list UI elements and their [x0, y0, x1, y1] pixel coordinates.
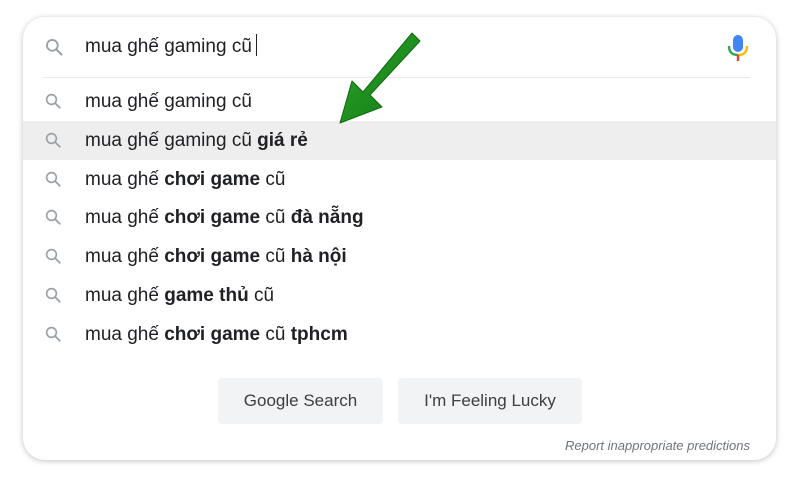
suggestion-item[interactable]: mua ghế game thủ cũ: [23, 276, 776, 315]
search-icon: [44, 286, 62, 304]
search-icon: [44, 208, 62, 226]
suggestion-text: mua ghế gaming cũ giá rẻ: [85, 129, 308, 152]
search-input[interactable]: mua ghế gaming cũ: [85, 34, 257, 60]
suggestion-bold-part: đà nẵng: [290, 207, 364, 229]
suggestion-part: mua ghế: [85, 168, 165, 190]
suggestion-item[interactable]: mua ghế chơi game cũ tphcm: [23, 315, 776, 354]
button-row: Google Search I'm Feeling Lucky: [23, 378, 776, 424]
suggestion-part: mua ghế gaming cũ: [85, 91, 252, 112]
suggestion-bold-part: chơi game: [164, 168, 261, 190]
search-icon: [44, 92, 62, 110]
suggestion-part: cũ: [260, 207, 291, 229]
suggestion-bold-part: hà nội: [290, 246, 347, 268]
suggestion-text: mua ghế chơi game cũ: [85, 168, 285, 191]
suggestion-part: mua ghế: [85, 246, 165, 268]
stage: mua ghế gaming cũ mua ghế gaming cũ mua g…: [0, 0, 799, 479]
report-predictions-link[interactable]: Report inappropriate predictions: [565, 438, 750, 453]
suggestion-item[interactable]: mua ghế chơi game cũ hà nội: [23, 237, 776, 276]
suggestion-text: mua ghế chơi game cũ hà nội: [85, 245, 347, 268]
green-arrow-icon: [339, 32, 421, 124]
suggestion-text: mua ghế chơi game cũ đà nẵng: [85, 206, 364, 229]
suggestion-bold-part: giá rẻ: [257, 129, 308, 151]
feeling-lucky-button[interactable]: I'm Feeling Lucky: [398, 378, 582, 424]
suggestion-part: cũ: [260, 246, 291, 268]
search-icon: [44, 325, 62, 343]
suggestion-part: cũ: [260, 168, 286, 190]
suggestion-text: mua ghế gaming cũ: [85, 90, 252, 113]
search-icon: [44, 170, 62, 188]
microphone-icon[interactable]: [726, 33, 750, 63]
suggestion-part: cũ: [248, 284, 275, 306]
suggestion-text: mua ghế game thủ cũ: [85, 284, 274, 307]
google-search-button[interactable]: Google Search: [218, 378, 383, 424]
suggestion-part: mua ghế: [85, 284, 165, 306]
suggestion-bold-part: game thủ: [164, 284, 249, 306]
suggestion-part: mua ghế: [85, 323, 165, 345]
suggestion-bold-part: chơi game: [164, 323, 261, 345]
suggestion-part: mua ghế: [85, 207, 165, 229]
suggestion-part: cũ: [260, 323, 291, 345]
suggestion-part: mua ghế gaming cũ: [85, 129, 258, 151]
suggestion-text: mua ghế chơi game cũ tphcm: [85, 323, 348, 346]
search-icon: [44, 37, 64, 57]
search-icon: [44, 247, 62, 265]
suggestion-item[interactable]: mua ghế chơi game cũ: [23, 160, 776, 199]
suggestion-bold-part: tphcm: [290, 323, 348, 345]
search-icon: [44, 131, 62, 149]
suggestion-item[interactable]: mua ghế chơi game cũ đà nẵng: [23, 198, 776, 237]
search-query-text: mua ghế gaming cũ: [85, 36, 252, 57]
suggestion-bold-part: chơi game: [164, 246, 261, 268]
suggestion-bold-part: chơi game: [164, 207, 261, 229]
text-caret: [255, 34, 257, 56]
